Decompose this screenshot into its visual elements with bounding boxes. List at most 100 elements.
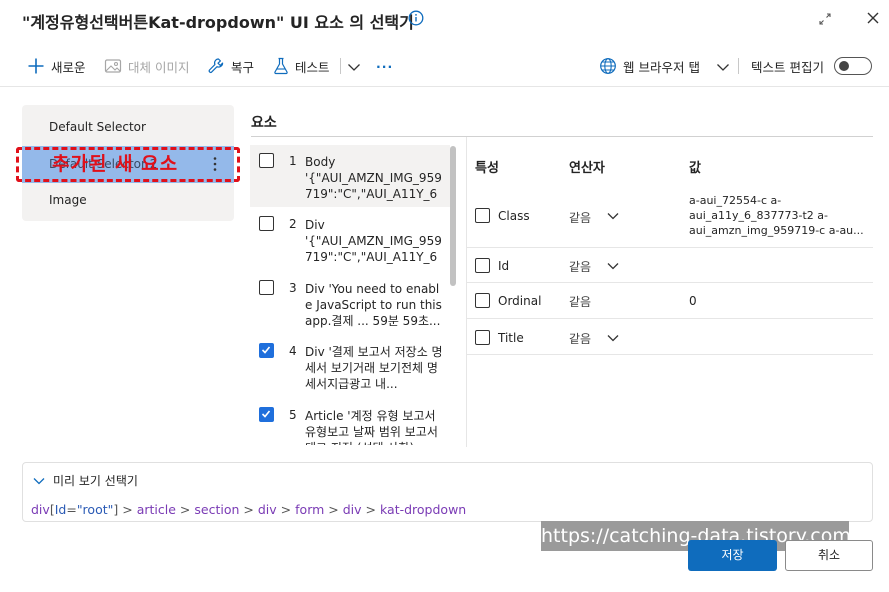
element-index: 5 xyxy=(289,408,297,422)
path-segment: article xyxy=(136,502,176,517)
chevron-down-icon[interactable] xyxy=(607,334,619,342)
property-name: Id xyxy=(498,259,510,273)
checkmark-icon xyxy=(261,410,271,418)
property-operator[interactable]: 같음 xyxy=(569,209,591,226)
preview-header: 미리 보기 선택기 xyxy=(53,474,138,488)
element-checkbox[interactable] xyxy=(259,280,274,295)
element-text: Div 'You need to enable JavaScript to ru… xyxy=(305,282,442,328)
chevron-down-icon[interactable] xyxy=(607,262,619,270)
path-segment: div xyxy=(342,502,362,517)
dialog-titlebar: "계정유형선택버튼Kat-dropdown" UI 요소 의 선택기 xyxy=(0,0,889,40)
chevron-down-icon xyxy=(33,477,45,484)
path-attr-name: Id xyxy=(54,502,67,517)
path-segment: kat-dropdown xyxy=(380,502,467,517)
element-row[interactable]: 2 Div '{"AUI_AMZN_IMG_959719":"C","AUI_A… xyxy=(250,208,450,270)
path-segment: section xyxy=(194,502,240,517)
toolbar-divider-line xyxy=(0,86,889,87)
close-icon[interactable] xyxy=(866,11,880,25)
property-checkbox[interactable] xyxy=(475,293,490,308)
path-separator: > xyxy=(328,502,339,517)
chevron-down-icon[interactable] xyxy=(347,63,361,72)
browser-tab-selector[interactable]: 웹 브라우저 탭 xyxy=(599,56,700,76)
property-row-id: Id 같음 xyxy=(467,248,873,283)
property-operator-header: 연산자 xyxy=(569,161,605,176)
chevron-down-icon[interactable] xyxy=(607,212,619,220)
element-checkbox[interactable] xyxy=(259,153,274,168)
property-row-ordinal: Ordinal 같음 0 xyxy=(467,283,873,319)
more-options-button[interactable]: ··· xyxy=(376,56,393,76)
test-label: 테스트 xyxy=(295,59,330,75)
element-index: 4 xyxy=(289,344,297,358)
scrollbar[interactable] xyxy=(450,146,456,286)
element-list: 1 Body '{"AUI_AMZN_IMG_959719":"C","AUI_… xyxy=(250,145,450,445)
property-name: Class xyxy=(498,209,530,223)
property-attribute-header: 특성 xyxy=(475,161,499,176)
property-value[interactable]: a-aui_72554-c a-aui_a11y_6_837773-t2 a-a… xyxy=(689,193,869,238)
element-text: Div '결제 보고서 저장소 명세서 보기거래 보기전체 명세서지급광고 내.… xyxy=(305,345,443,391)
path-separator: > xyxy=(243,502,254,517)
repair-label: 복구 xyxy=(231,59,255,75)
element-checkbox-checked[interactable] xyxy=(259,407,274,422)
path-segment: form xyxy=(295,502,325,517)
element-text: Body '{"AUI_AMZN_IMG_959719":"C","AUI_A1… xyxy=(305,155,442,201)
elements-header: 요소 xyxy=(251,115,277,131)
text-editor-label: 텍스트 편집기 xyxy=(751,59,824,75)
property-operator[interactable]: 같음 xyxy=(569,330,591,347)
property-checkbox[interactable] xyxy=(475,208,490,223)
element-row[interactable]: 4 Div '결제 보고서 저장소 명세서 보기거래 보기전체 명세서지급광고 … xyxy=(250,335,450,397)
property-checkbox[interactable] xyxy=(475,330,490,345)
info-icon[interactable] xyxy=(408,10,424,26)
selector-item[interactable]: Image xyxy=(49,193,87,207)
preview-toggle[interactable]: 미리 보기 선택기 xyxy=(33,472,138,489)
element-index: 2 xyxy=(289,217,297,231)
property-name: Title xyxy=(498,331,524,345)
image-button[interactable]: 대체 이미지 xyxy=(104,56,189,76)
checkmark-icon xyxy=(261,346,271,354)
image-label: 대체 이미지 xyxy=(128,59,190,75)
flask-icon xyxy=(274,57,288,75)
property-checkbox[interactable] xyxy=(475,258,490,273)
element-row[interactable]: 3 Div 'You need to enable JavaScript to … xyxy=(250,272,450,334)
path-root-element: div xyxy=(31,502,50,517)
path-segment: div xyxy=(257,502,277,517)
test-button[interactable]: 테스트 xyxy=(273,56,330,76)
new-button[interactable]: 새로운 xyxy=(27,56,86,76)
element-row[interactable]: 1 Body '{"AUI_AMZN_IMG_959719":"C","AUI_… xyxy=(250,145,450,207)
repair-button[interactable]: 복구 xyxy=(207,56,254,76)
element-checkbox-checked[interactable] xyxy=(259,343,274,358)
toolbar: 새로운 대체 이미지 복구 테스트 ··· 웹 브라우저 탭 텍스트 편집기 xyxy=(0,46,889,86)
element-index: 1 xyxy=(289,154,297,168)
element-index: 3 xyxy=(289,281,297,295)
preview-panel: 미리 보기 선택기 div[Id="root"] > article > sec… xyxy=(22,462,873,522)
browser-tab-label: 웹 브라우저 탭 xyxy=(623,59,700,75)
selector-path: div[Id="root"] > article > section > div… xyxy=(31,502,467,517)
property-row-class: Class 같음 a-aui_72554-c a-aui_a11y_6_8377… xyxy=(467,190,873,248)
plus-icon xyxy=(28,58,44,74)
text-editor-toggle[interactable] xyxy=(834,57,872,75)
element-row[interactable]: 5 Article '계정 유형 보고서 유형보고 날짜 범위 보고서 태그 지… xyxy=(250,399,450,445)
property-operator[interactable]: 같음 xyxy=(569,258,591,275)
element-checkbox[interactable] xyxy=(259,216,274,231)
property-value-header: 값 xyxy=(689,161,701,176)
element-text: Div '{"AUI_AMZN_IMG_959719":"C","AUI_A11… xyxy=(305,218,442,264)
wrench-icon xyxy=(208,58,224,73)
path-separator: > xyxy=(179,502,191,517)
property-name: Ordinal xyxy=(498,294,542,308)
cancel-button[interactable]: 취소 xyxy=(785,540,873,571)
save-button[interactable]: 저장 xyxy=(688,540,777,571)
chevron-down-icon[interactable] xyxy=(716,63,730,72)
property-row-title: Title 같음 xyxy=(467,319,873,355)
property-operator: 같음 xyxy=(569,295,592,309)
new-label: 새로운 xyxy=(51,59,86,75)
element-text: Article '계정 유형 보고서 유형보고 날짜 범위 보고서 태그 지정 … xyxy=(305,409,438,445)
path-separator: > xyxy=(122,502,133,517)
toggle-knob xyxy=(839,61,849,71)
expand-icon[interactable] xyxy=(818,12,832,26)
image-icon xyxy=(104,59,122,73)
path-attr-value: "root" xyxy=(76,502,114,517)
globe-icon xyxy=(600,58,616,74)
property-value[interactable]: 0 xyxy=(689,294,697,309)
selector-item[interactable]: Default Selector xyxy=(49,120,146,134)
toolbar-divider xyxy=(738,58,739,74)
divider xyxy=(251,136,873,137)
